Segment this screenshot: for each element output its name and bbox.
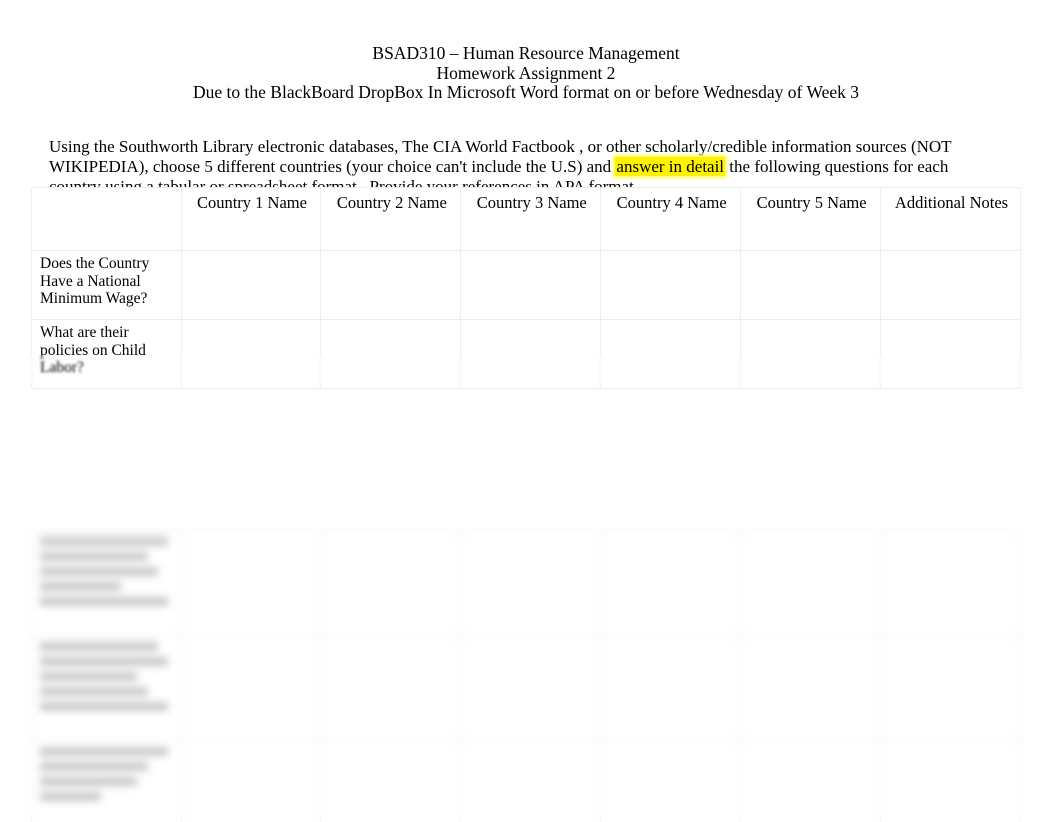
blurred-table-region (0, 470, 1062, 822)
answer-cell[interactable] (880, 740, 1021, 822)
table-row: What are their policies on Child Labor? (31, 319, 1021, 389)
answer-cell[interactable] (880, 635, 1021, 741)
answer-cell[interactable] (460, 740, 602, 822)
blurred-text-placeholder (40, 537, 175, 606)
answer-cell[interactable] (740, 740, 882, 822)
question-cell-blurred (31, 635, 182, 741)
blurred-text-placeholder (40, 642, 175, 711)
document-page: BSAD310 – Human Resource Management Home… (0, 0, 1062, 822)
assignment-table: Country 1 Name Country 2 Name Country 3 … (31, 187, 1021, 389)
column-header-country-4: Country 4 Name (600, 187, 742, 251)
question-cell-minimum-wage: Does the Country Have a National Minimum… (31, 250, 182, 320)
column-header-country-1: Country 1 Name (180, 187, 322, 251)
answer-cell[interactable] (600, 250, 742, 320)
answer-cell[interactable] (600, 319, 742, 389)
highlighted-phrase: answer in detail (615, 157, 726, 176)
table-row (31, 635, 1021, 741)
answer-cell[interactable] (180, 740, 322, 822)
answer-cell[interactable] (880, 250, 1021, 320)
document-heading: BSAD310 – Human Resource Management Home… (31, 43, 1021, 103)
assignment-table-continued (31, 530, 1021, 822)
answer-cell[interactable] (740, 635, 882, 741)
answer-cell[interactable] (600, 740, 742, 822)
answer-cell[interactable] (460, 530, 602, 636)
answer-cell[interactable] (180, 530, 322, 636)
column-header-country-3: Country 3 Name (460, 187, 602, 251)
answer-cell[interactable] (600, 530, 742, 636)
answer-cell[interactable] (460, 635, 602, 741)
answer-cell[interactable] (740, 530, 882, 636)
blurred-text-placeholder (40, 747, 175, 801)
answer-cell[interactable] (180, 635, 322, 741)
answer-cell[interactable] (320, 740, 462, 822)
table-row: Does the Country Have a National Minimum… (31, 250, 1021, 320)
answer-cell[interactable] (320, 319, 462, 389)
answer-cell[interactable] (880, 530, 1021, 636)
heading-line-2: Homework Assignment 2 (436, 62, 616, 83)
question-cell-blurred (31, 530, 182, 636)
answer-cell[interactable] (320, 530, 462, 636)
heading-line-3: Due to the BlackBoard DropBox In Microso… (193, 82, 859, 102)
table-row (31, 530, 1021, 636)
answer-cell[interactable] (320, 635, 462, 741)
column-header-additional-notes: Additional Notes (880, 187, 1021, 251)
answer-cell[interactable] (740, 250, 882, 320)
answer-cell[interactable] (880, 319, 1021, 389)
answer-cell[interactable] (180, 250, 322, 320)
question-cell-child-labor: What are their policies on Child Labor? (31, 319, 182, 389)
question-cell-blurred (31, 740, 182, 822)
column-header-blank (31, 187, 182, 251)
answer-cell[interactable] (320, 250, 462, 320)
answer-cell[interactable] (180, 319, 322, 389)
table-header-row: Country 1 Name Country 2 Name Country 3 … (31, 187, 1021, 251)
column-header-country-2: Country 2 Name (320, 187, 462, 251)
answer-cell[interactable] (740, 319, 882, 389)
table-row (31, 740, 1021, 822)
answer-cell[interactable] (460, 250, 602, 320)
answer-cell[interactable] (600, 635, 742, 741)
heading-line-1: BSAD310 – Human Resource Management (372, 43, 680, 63)
column-header-country-5: Country 5 Name (740, 187, 882, 251)
answer-cell[interactable] (460, 319, 602, 389)
